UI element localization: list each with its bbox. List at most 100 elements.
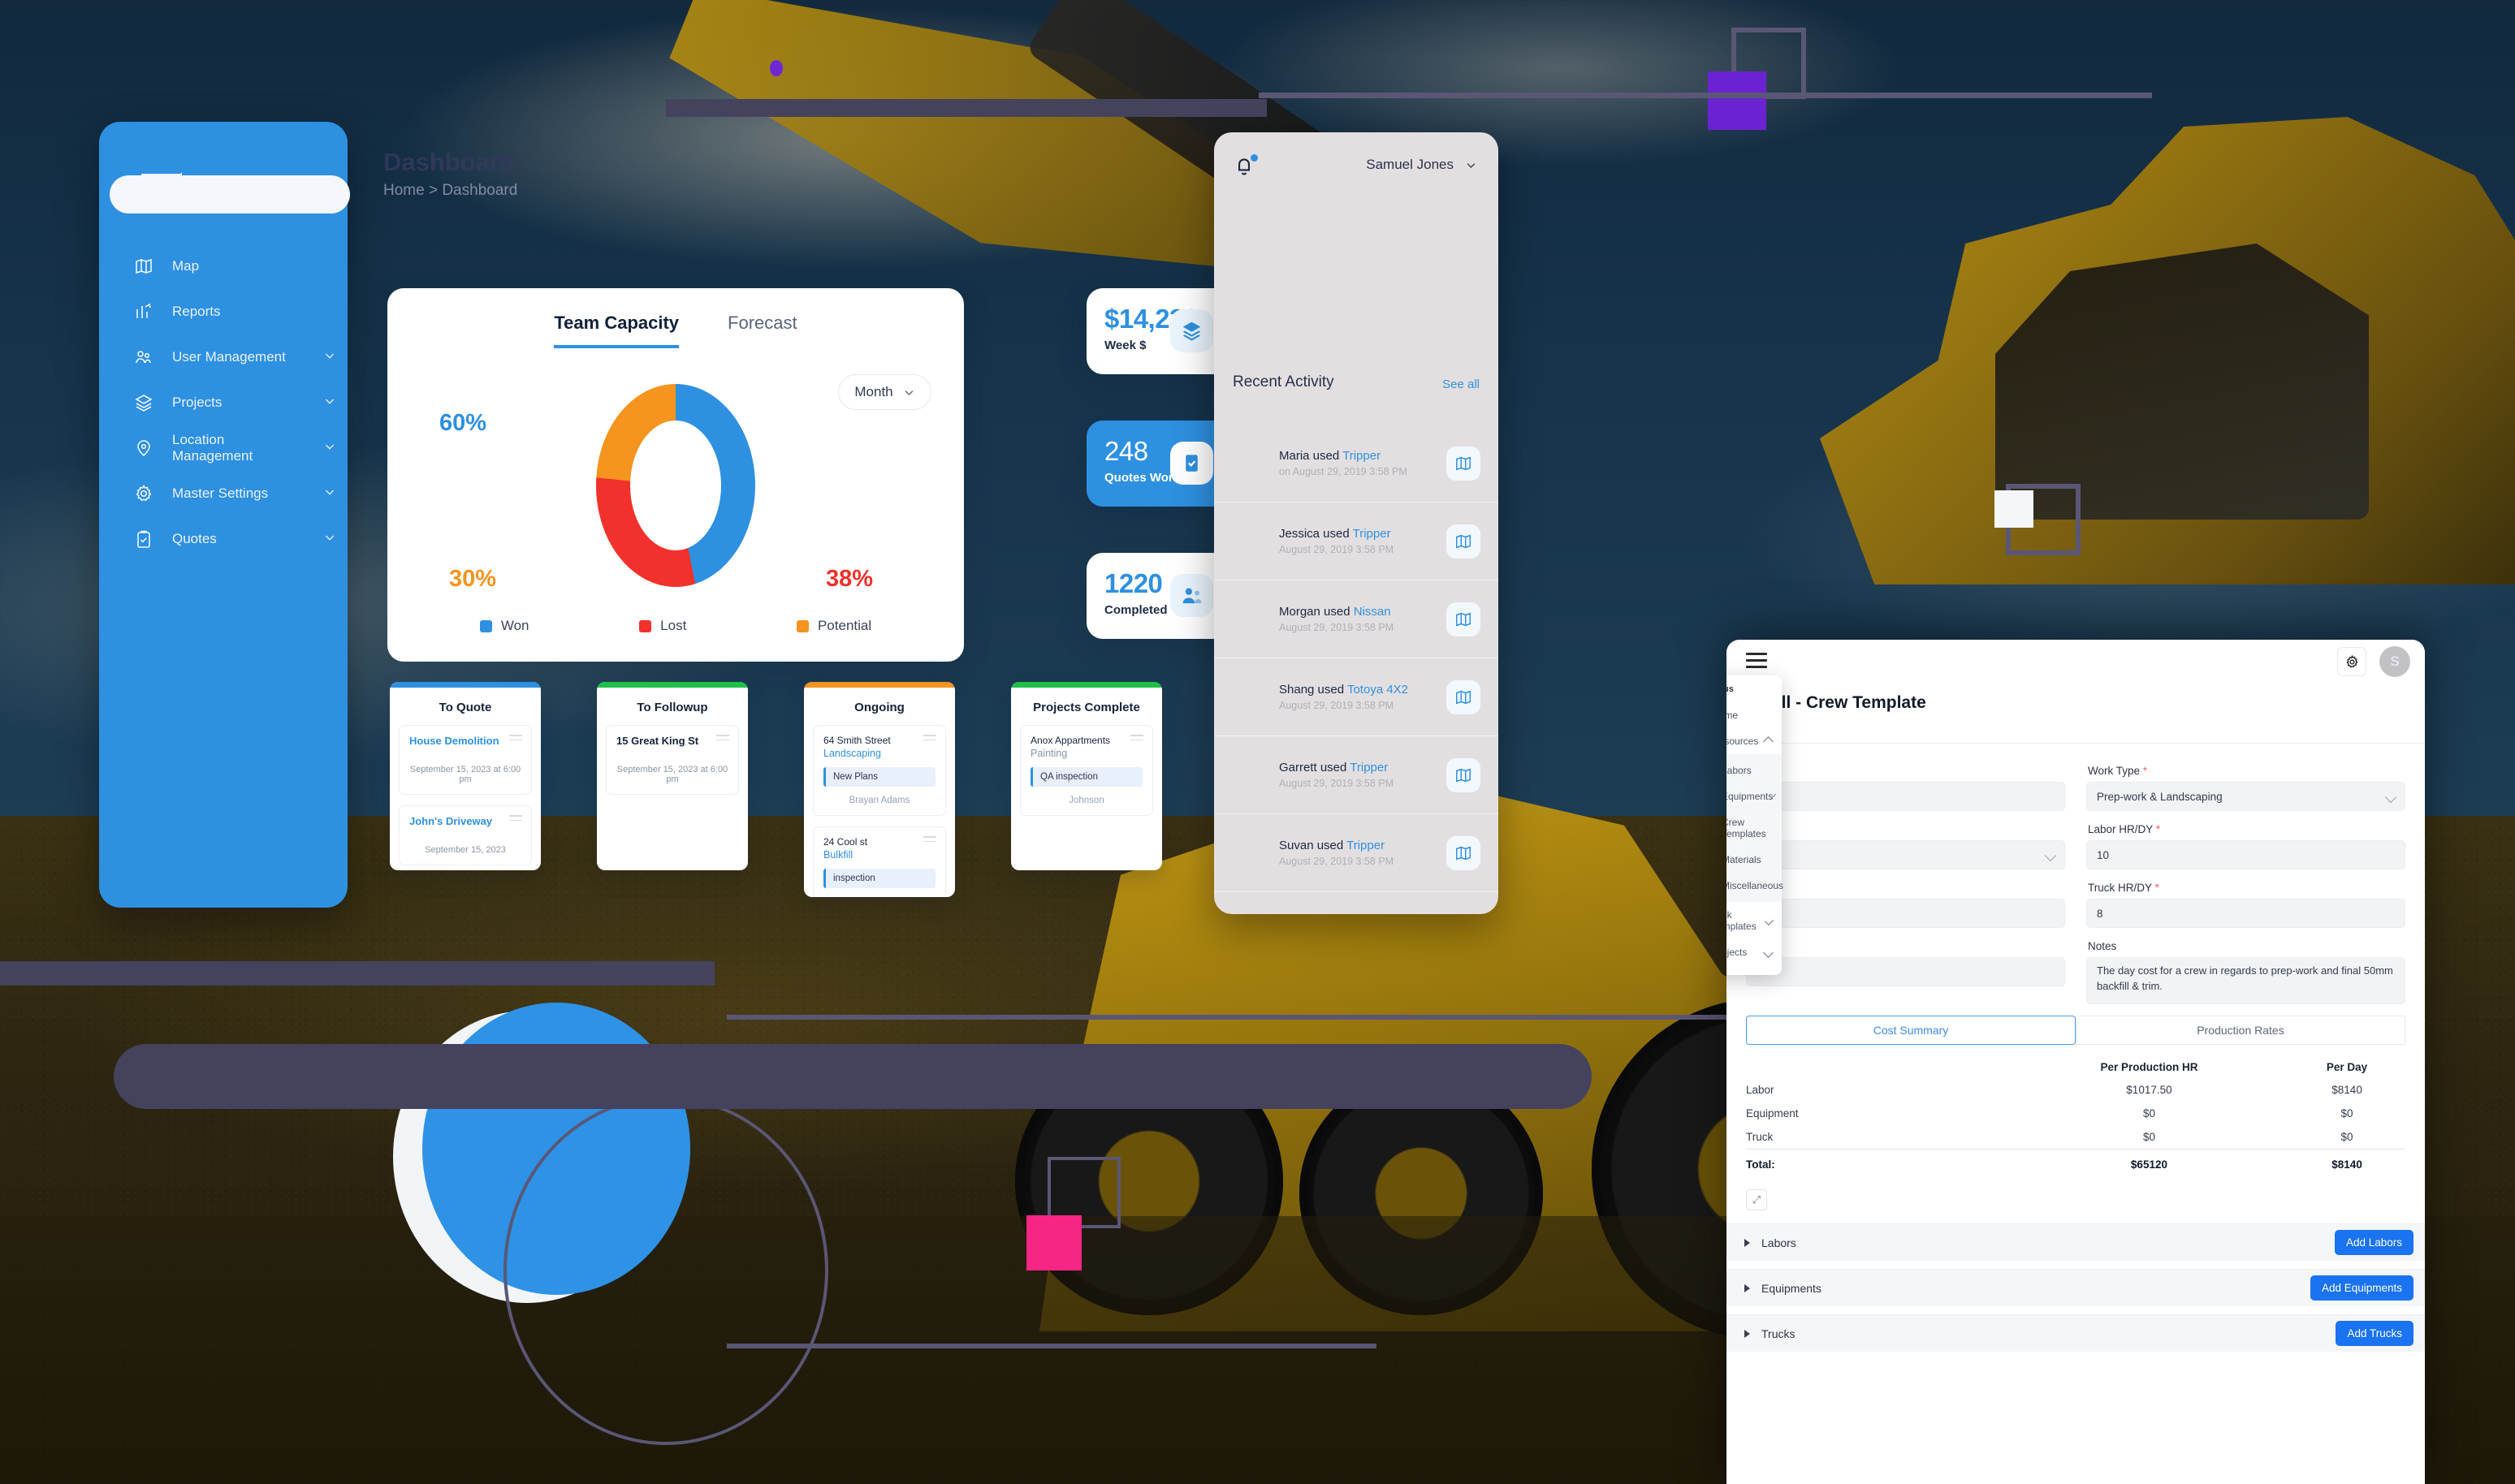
kanban-card[interactable]: House Demolition September 15, 2023 at 6… — [399, 725, 532, 795]
sidebar-item-user-management[interactable]: User Management — [99, 334, 348, 380]
see-all-link[interactable]: See all — [1442, 377, 1480, 391]
drag-handle-icon[interactable] — [923, 836, 936, 845]
truck-hr-input[interactable]: 8 — [2086, 899, 2405, 928]
chevron-up-icon[interactable] — [1763, 736, 1774, 747]
map-icon[interactable] — [1446, 757, 1480, 792]
menu-item-home[interactable]: Home — [1726, 702, 1782, 728]
drag-handle-icon[interactable] — [509, 815, 522, 824]
field-label-hidden — [1748, 940, 2065, 952]
kanban-card[interactable]: John's Driveway September 15, 2023 — [399, 805, 532, 865]
card-date: September 15, 2023 — [425, 845, 506, 855]
sidebar-item-reports[interactable]: Reports — [99, 289, 348, 334]
caret-right-icon[interactable] — [1744, 1329, 1750, 1338]
map-icon[interactable] — [1446, 835, 1480, 870]
activity-row[interactable]: Shang used Totoya 4X2 August 29, 2019 3:5… — [1214, 658, 1498, 736]
menu-item-miscellaneous[interactable]: Miscellaneous — [1726, 873, 1783, 899]
activity-row[interactable]: John used TripperAugust 29, 2019 3:58 PM — [1214, 892, 1498, 914]
activity-row[interactable]: Suvan used Tripper August 29, 2019 3:58 P… — [1214, 814, 1498, 892]
cost-row-name: Truck — [1746, 1131, 1774, 1143]
field-label-hidden — [1748, 882, 2065, 894]
activity-text: Jessica used Tripper — [1279, 527, 1391, 541]
add-button[interactable]: Add Labors — [2334, 1230, 2413, 1255]
kanban-card[interactable]: 24 Cool st Bulkfill inspection Maria — [813, 826, 946, 897]
kanban-card[interactable]: 64 Smith Street Landscaping New Plans Br… — [813, 725, 946, 816]
caret-right-icon[interactable] — [1744, 1238, 1750, 1247]
drag-handle-icon[interactable] — [716, 735, 729, 744]
add-button[interactable]: Add Trucks — [2336, 1321, 2413, 1346]
sidebar-item-location-management[interactable]: Location Management — [99, 425, 348, 471]
legend-label: Potential — [817, 618, 872, 633]
stat-card-completed[interactable]: 1220 Completed — [1087, 553, 1229, 639]
menu-item-equipments[interactable]: Equipments — [1726, 783, 1782, 809]
activity-date: August 29, 2019 3:58 PM — [1279, 622, 1394, 633]
chevron-down-icon[interactable] — [323, 440, 348, 457]
sidebar-item-projects[interactable]: Projects — [99, 380, 348, 425]
sidebar-item-map[interactable]: Map — [99, 244, 348, 289]
sidebar-search-input[interactable] — [110, 175, 350, 214]
activity-row[interactable]: Jessica used Tripper August 29, 2019 3:58… — [1214, 503, 1498, 580]
activity-row[interactable]: Maria used Tripper on August 29, 2019 3:5… — [1214, 425, 1498, 503]
accordion-equipments[interactable]: Equipments Add Equipments — [1726, 1269, 2425, 1306]
activity-row[interactable]: Garrett used Tripper August 29, 2019 3:58… — [1214, 736, 1498, 814]
notifications-bell-icon[interactable] — [1234, 154, 1258, 178]
card-owner: Johnson — [1069, 796, 1104, 805]
work-type-select[interactable]: Prep-work & Landscaping — [2086, 782, 2405, 811]
legend-label: Lost — [660, 618, 687, 633]
stat-card-week[interactable]: $14,230 Week $ — [1087, 288, 1229, 374]
menu-item-task-templates[interactable]: Task Templates — [1726, 902, 1782, 939]
kanban-card[interactable]: Anox Appartments Painting QA inspection … — [1020, 725, 1153, 816]
map-icon[interactable] — [1446, 602, 1480, 636]
stat-card-quotes-won[interactable]: 248 Quotes Won — [1087, 421, 1229, 507]
activity-text: Morgan used Nissan — [1279, 605, 1391, 619]
chevron-down-icon[interactable] — [323, 485, 348, 503]
activity-row[interactable]: Morgan used Nissan August 29, 2019 3:58 P… — [1214, 580, 1498, 658]
chevron-down-icon[interactable] — [1763, 947, 1774, 958]
menu-item-resources[interactable]: Resources — [1726, 728, 1782, 754]
tab-team-capacity[interactable]: Team Capacity — [554, 313, 680, 348]
avatar[interactable]: S — [2379, 646, 2410, 677]
add-button[interactable]: Add Equipments — [2310, 1275, 2413, 1301]
labor-hr-input[interactable]: 10 — [2086, 840, 2405, 869]
chevron-down-icon[interactable] — [323, 395, 348, 412]
field-hidden-2[interactable] — [1746, 840, 2065, 869]
legend-item-lost: Lost — [639, 618, 686, 634]
accordion-trucks[interactable]: Trucks Add Trucks — [1726, 1314, 2425, 1352]
menu-item-materials[interactable]: Materials — [1726, 847, 1782, 873]
field-hidden-3[interactable] — [1746, 899, 2065, 928]
tab-production-rates[interactable]: Production Rates — [2076, 1016, 2405, 1045]
menu-item-labors[interactable]: Labors — [1726, 757, 1782, 783]
map-icon[interactable] — [1446, 524, 1480, 559]
cost-row-per-day: $0 — [2340, 1107, 2353, 1119]
field-hidden-4[interactable] — [1746, 957, 2065, 986]
menu-item-projects[interactable]: Projects — [1726, 939, 1782, 965]
kanban-column-to-quote: To Quote House Demolition September 15, … — [390, 682, 541, 870]
user-menu[interactable]: Samuel Jones — [1366, 157, 1477, 173]
kanban-column-projects-complete: Projects Complete Anox Appartments Paint… — [1011, 682, 1162, 870]
menus-list: Home Resources Labors Equipments Crew Templa… — [1726, 702, 1783, 965]
work-type-value: Prep-work & Landscaping — [2097, 790, 2223, 803]
tab-forecast[interactable]: Forecast — [728, 313, 797, 348]
notes-textarea[interactable]: The day cost for a crew in regards to pr… — [2086, 957, 2405, 1004]
map-icon[interactable] — [1446, 446, 1480, 481]
tab-cost-summary[interactable]: Cost Summary — [1746, 1016, 2076, 1045]
field-hidden-1[interactable] — [1746, 782, 2065, 811]
caret-right-icon[interactable] — [1744, 1283, 1750, 1292]
sidebar-item-master-settings[interactable]: Master Settings — [99, 471, 348, 516]
chevron-down-icon[interactable] — [323, 349, 348, 366]
kanban-card[interactable]: 15 Great King St September 15, 2023 at 6… — [606, 725, 739, 795]
column-title: Projects Complete — [1033, 701, 1140, 714]
hamburger-menu-icon[interactable] — [1746, 653, 1767, 672]
drag-handle-icon[interactable] — [1130, 735, 1143, 744]
settings-gear-button[interactable] — [2337, 647, 2366, 676]
accordion-labors[interactable]: Labors Add Labors — [1726, 1223, 2425, 1261]
menus-popup: Menus Home Resources Labors Equipments Crew … — [1726, 675, 1783, 975]
menu-item-crew-templates[interactable]: Crew Templates — [1726, 809, 1782, 847]
expand-icon[interactable]: ⤢ — [1746, 1189, 1767, 1210]
field-label-hidden — [1748, 823, 2065, 835]
drag-handle-icon[interactable] — [509, 735, 522, 744]
map-icon[interactable] — [1446, 679, 1480, 714]
gear-icon — [133, 483, 154, 504]
sidebar-item-quotes[interactable]: Quotes — [99, 516, 348, 562]
drag-handle-icon[interactable] — [923, 735, 936, 744]
chevron-down-icon[interactable] — [323, 531, 348, 548]
